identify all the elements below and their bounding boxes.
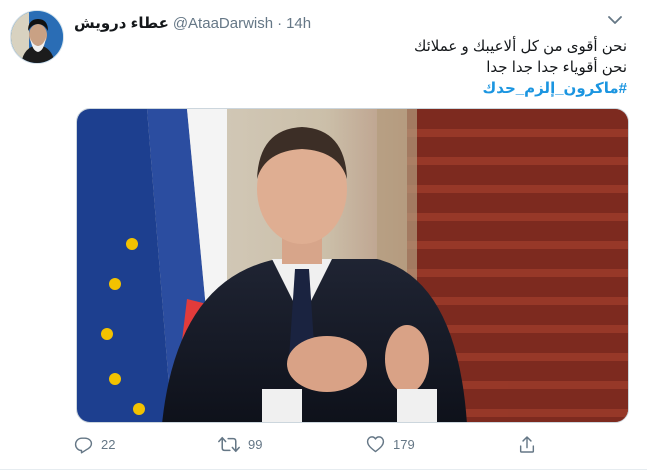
avatar-image [11,11,63,63]
reply-icon [74,435,93,454]
tweet-text-line: نحن أقوياء جدا جدا جدا [486,59,627,76]
separator-dot: · [277,14,283,32]
like-button[interactable]: 179 [366,432,415,456]
reply-count: 22 [101,436,116,452]
retweet-button[interactable]: 99 [218,432,262,456]
media-photo [77,109,628,422]
reply-button[interactable]: 22 [74,432,115,456]
tweet-text-line: نحن أقوى من كل ألاعيبك و عملائك [413,38,627,55]
tweet-text: نحن أقوى من كل ألاعيبك و عملائك نحن أقوي… [87,36,627,99]
share-button[interactable] [518,432,536,456]
heart-icon [366,435,385,453]
retweet-icon [218,435,240,454]
timestamp[interactable]: 14h [286,15,311,32]
retweet-count: 99 [248,436,263,452]
hashtag-link[interactable]: #ماكرون_إلزم_حدك [87,78,627,99]
tweet-media[interactable] [76,108,629,423]
handle[interactable]: @AtaaDarwish [173,15,273,32]
tweet-actions: 22 99 179 [74,432,574,456]
tweet-header: عطاء درويش @AtaaDarwish · 14h [74,13,311,33]
avatar[interactable] [10,10,64,64]
share-icon [518,435,536,454]
like-count: 179 [393,436,415,452]
display-name[interactable]: عطاء درويش [74,14,169,32]
tweet[interactable]: عطاء درويش @AtaaDarwish · 14h نحن أقوى م… [0,0,647,470]
chevron-down-icon[interactable] [603,10,627,30]
